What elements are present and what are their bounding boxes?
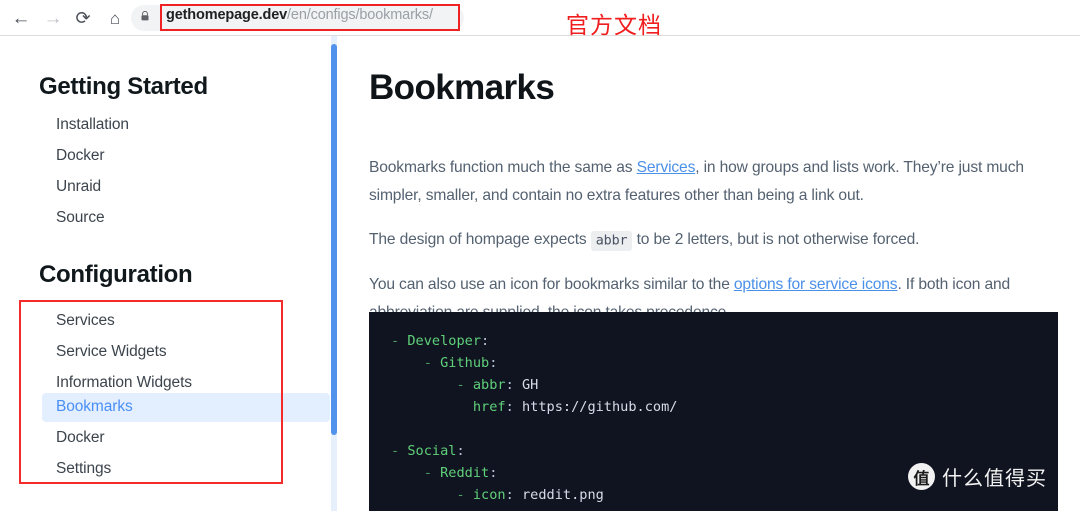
sidebar-item-label: Bookmarks — [56, 398, 133, 415]
paragraph-text: The design of hompage expects — [369, 231, 591, 248]
inline-code-abbr: abbr — [590, 230, 633, 251]
link-options-for-service-icons[interactable]: options for service icons — [734, 276, 898, 293]
browser-toolbar: ← → ⟳ ⌂ gethomepage.dev/en/configs/bookm… — [0, 0, 1080, 39]
lock-icon — [141, 11, 149, 21]
sidebar-item-label: Docker — [56, 429, 105, 446]
reload-icon[interactable]: ⟳ — [70, 5, 96, 31]
sidebar-item-label: Services — [56, 312, 115, 329]
arrow-left-icon[interactable]: ← — [8, 5, 34, 31]
sidebar-item-label: Service Widgets — [56, 343, 167, 360]
arrow-right-icon[interactable]: → — [40, 5, 66, 31]
paragraph-text: to be 2 letters, but is not otherwise fo… — [632, 231, 920, 248]
sidebar-item-bookmarks[interactable]: Bookmarks — [42, 393, 330, 422]
sidebar-item-services[interactable]: Services — [42, 307, 330, 336]
paragraph-text: You can also use an icon for bookmarks s… — [369, 276, 734, 293]
paragraph-abbr-note: The design of hompage expects abbr to be… — [369, 226, 1069, 255]
sidebar-heading-configuration: Configuration — [39, 261, 193, 288]
sidebar-item-unraid[interactable]: Unraid — [56, 178, 101, 196]
link-services[interactable]: Services — [637, 159, 696, 176]
url-path: /en/configs/bookmarks/ — [287, 7, 433, 23]
sidebar-item-label: Settings — [56, 460, 112, 477]
main-content: Bookmarks Bookmarks function much the sa… — [337, 36, 1080, 511]
sidebar-item-installation[interactable]: Installation — [56, 116, 129, 134]
sidebar-item-source[interactable]: Source — [56, 209, 105, 227]
sidebar-item-settings[interactable]: Settings — [42, 455, 330, 484]
code-block-yaml-example: - Developer: - Github: - abbr: GH href: … — [369, 312, 1058, 511]
url-domain: gethomepage.dev — [166, 7, 288, 23]
paragraph-intro: Bookmarks function much the same as Serv… — [369, 154, 1069, 210]
sidebar-item-service-widgets[interactable]: Service Widgets — [42, 338, 330, 367]
sidebar-navigation: Getting Started Installation Docker Unra… — [0, 36, 332, 511]
screenshot-root: ← → ⟳ ⌂ gethomepage.dev/en/configs/bookm… — [0, 0, 1080, 511]
sidebar-item-docker-getting-started[interactable]: Docker — [56, 147, 105, 165]
sidebar-item-docker-configuration[interactable]: Docker — [42, 424, 330, 453]
page-title: Bookmarks — [369, 68, 555, 107]
paragraph-text: Bookmarks function much the same as — [369, 159, 637, 176]
sidebar-item-label: Information Widgets — [56, 374, 192, 391]
code-block-content: - Developer: - Github: - abbr: GH href: … — [391, 333, 678, 511]
annotation-label-official-docs: 官方文档 — [566, 13, 662, 39]
url-text[interactable]: gethomepage.dev/en/configs/bookmarks/ — [166, 7, 433, 23]
home-icon[interactable]: ⌂ — [102, 5, 128, 31]
sidebar-heading-getting-started: Getting Started — [39, 73, 208, 100]
